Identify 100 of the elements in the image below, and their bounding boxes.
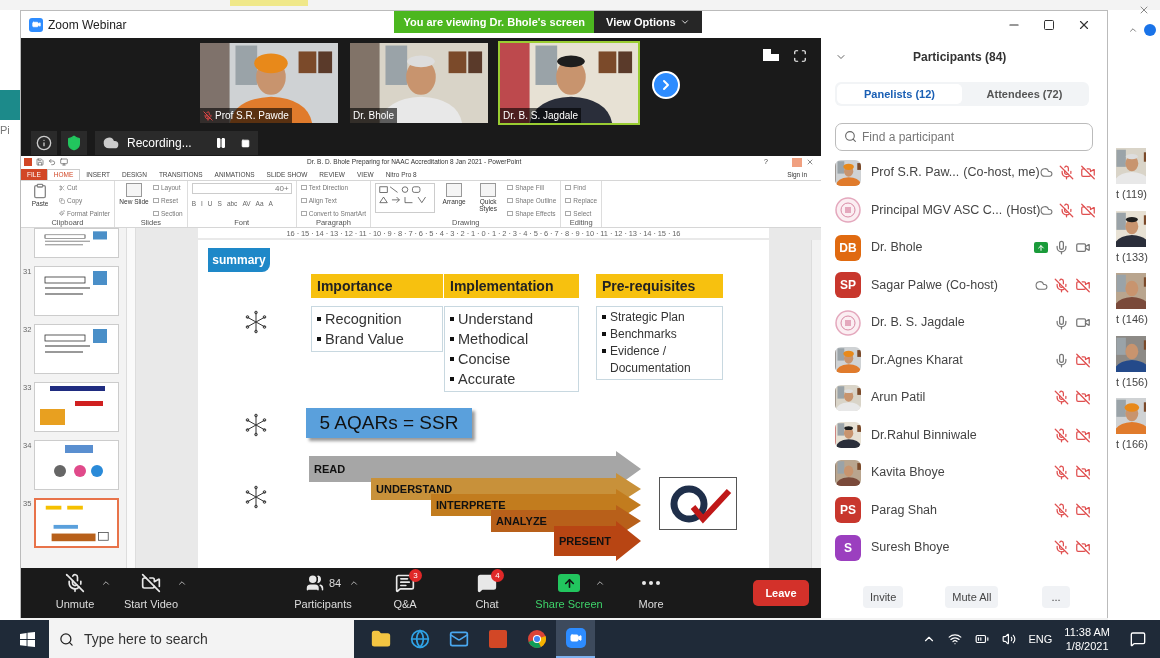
bullet-text: Concise (458, 350, 511, 369)
avatar: SP (835, 272, 861, 299)
panel-button[interactable]: Invite (863, 586, 904, 608)
scrollbar[interactable] (811, 240, 821, 568)
snowflake-icon (244, 485, 268, 509)
help-icon[interactable] (1144, 24, 1156, 36)
bullet-icon (450, 357, 454, 361)
caret-icon[interactable] (1128, 25, 1138, 35)
column-heading: Implementation (444, 274, 579, 298)
slide-thumbnail[interactable] (34, 498, 119, 548)
participant-name: Kavita Bhoye (871, 464, 945, 482)
pause-icon[interactable] (215, 137, 227, 149)
slide-thumbnail[interactable] (34, 324, 119, 374)
bullet-icon (450, 317, 454, 321)
window-title: Zoom Webinar (48, 16, 127, 34)
slide-thumbnail[interactable] (34, 382, 119, 432)
panel-button[interactable]: Mute All (945, 586, 999, 608)
chat-bubble-icon (395, 573, 415, 594)
battery-icon[interactable] (974, 632, 991, 646)
toolbar-button[interactable]: Share Screen (533, 573, 605, 613)
scissors-icon (59, 184, 65, 191)
search-field[interactable]: Find a participant (835, 123, 1093, 151)
bullet-text: Accurate (458, 370, 516, 389)
slide-icon (480, 183, 497, 197)
clock[interactable]: 11:38 AM 1/8/2021 (1064, 625, 1110, 653)
participant-name: Sagar Palwe (871, 276, 942, 294)
camera-icon (29, 17, 43, 32)
bullet-icon (602, 349, 606, 353)
slide-thumbnail[interactable] (34, 266, 119, 316)
equation-banner: 5 AQARs = SSR (306, 408, 472, 438)
bullet-text: Recognition (325, 310, 402, 329)
windows-logo-icon[interactable] (20, 631, 35, 647)
participant-name: Dr. B. S. Jagdale (871, 314, 965, 332)
search-icon (59, 631, 74, 647)
font-size-field[interactable]: 40+ (191, 183, 292, 194)
taskbar-app[interactable] (556, 620, 595, 658)
avatar: S (835, 534, 861, 561)
count-label: t (146) (1116, 312, 1149, 327)
summary-tag: summary (208, 248, 270, 272)
toolbar-button[interactable]: More (615, 573, 687, 613)
layout-icon[interactable] (763, 49, 779, 61)
toolbar-button[interactable]: Start Video (115, 573, 187, 613)
participant-name: Dr.Rahul Binniwale (871, 426, 977, 444)
arrow-banner: PRESENT (554, 521, 641, 561)
notifications-icon[interactable] (1130, 631, 1146, 647)
wifi-icon[interactable] (948, 632, 963, 646)
slideshow-icon[interactable] (60, 158, 68, 166)
browser-icon (409, 629, 430, 649)
leave-button[interactable]: Leave (753, 580, 809, 606)
viewing-banner: You are viewing Dr. Bhole's screen (394, 11, 595, 33)
bullet-text: Evidence / Documentation (610, 343, 692, 377)
slides-app-icon (488, 630, 507, 648)
panel-button[interactable]: ... (1042, 586, 1070, 608)
slide-icon (446, 183, 463, 197)
bullet-text: Strategic Plan (610, 309, 685, 326)
bullet-icon (317, 317, 321, 321)
next-page-button[interactable] (652, 71, 680, 99)
language-indicator[interactable]: ENG (1028, 630, 1053, 648)
bullet-text: Methodical (458, 330, 529, 349)
fullscreen-icon[interactable] (793, 49, 807, 63)
avatar: DB (835, 234, 861, 261)
participant-role: (Co-host) (945, 276, 998, 294)
toolbar-button[interactable]: Unmute (39, 573, 111, 613)
undo-icon[interactable] (48, 158, 56, 166)
window-fragment (0, 90, 20, 120)
panel-tab[interactable]: Attendees (72) (962, 84, 1087, 104)
column-heading: Importance (311, 274, 443, 298)
cursor-highlight (792, 157, 802, 167)
participant-name: Prof S.R. Paw... (871, 164, 960, 182)
search-icon (844, 130, 857, 143)
taskbar-search-field[interactable]: Type here to search (49, 620, 354, 658)
view-options-button[interactable]: View Options (594, 11, 702, 33)
bullet-icon (317, 337, 321, 341)
save-icon[interactable] (36, 158, 44, 166)
mail-icon (448, 629, 469, 649)
avatar: PS (835, 497, 861, 524)
toolbar-button[interactable]: 84 Participants (287, 573, 359, 613)
column-heading: Pre-requisites (596, 274, 723, 298)
shapes-gallery-icon[interactable] (375, 183, 436, 213)
app-logo-icon (24, 158, 32, 166)
more-icon (642, 581, 660, 586)
info-icon[interactable] (36, 135, 52, 151)
participant-name: Dr. Bhole (871, 239, 923, 257)
participant-name: Arun Patil (871, 389, 926, 407)
panel-tab[interactable]: Panelists (12) (837, 84, 962, 104)
browser-icon (526, 629, 547, 649)
stop-icon[interactable] (241, 138, 250, 148)
panel-title: Participants (84) (913, 49, 1007, 66)
brush-icon (59, 210, 65, 217)
emblem-icon (835, 197, 861, 224)
copy-icon (59, 197, 65, 204)
participant-name: Prof S.R. Pawde (215, 109, 289, 123)
maximize-icon[interactable] (1043, 18, 1055, 31)
slide-thumbnail[interactable] (34, 228, 119, 258)
shield-icon[interactable] (66, 135, 82, 151)
bullet-text: Understand (458, 310, 533, 329)
chat-bubble-icon (477, 573, 497, 594)
volume-icon[interactable] (1002, 632, 1017, 646)
slide-thumbnail[interactable] (34, 440, 119, 490)
folder-icon (370, 629, 391, 649)
